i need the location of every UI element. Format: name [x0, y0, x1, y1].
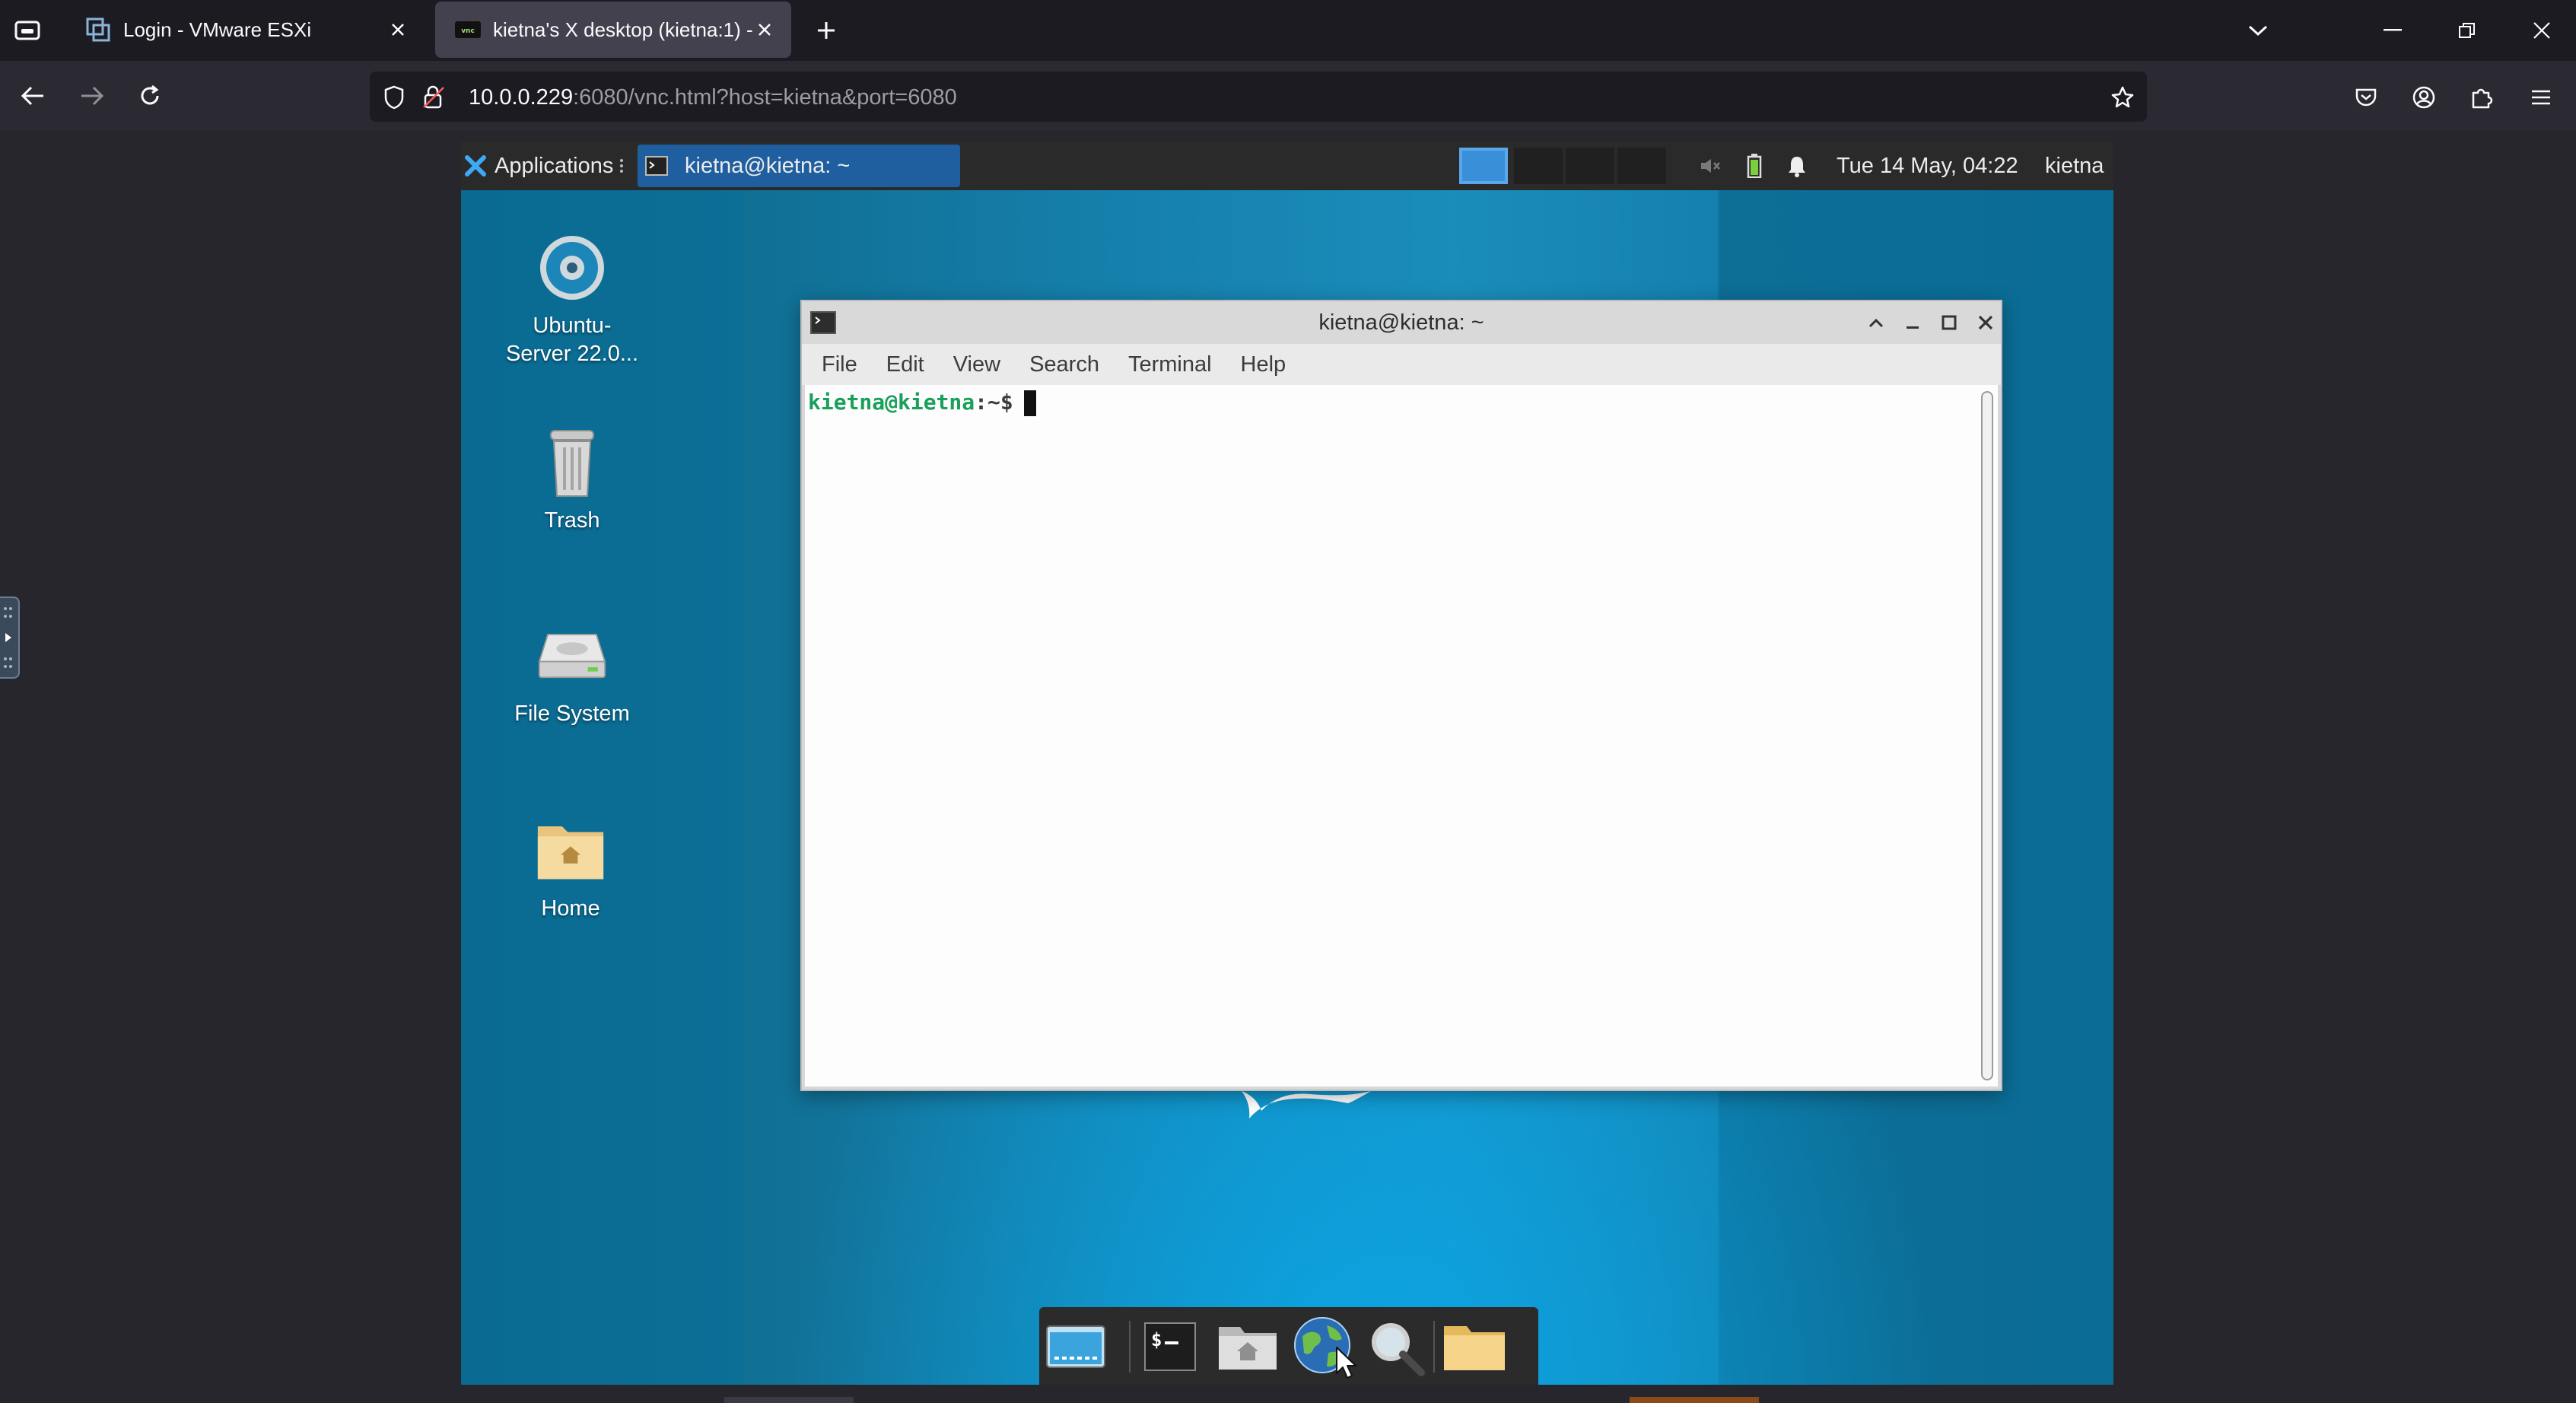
desktop-icon-label: Ubuntu- Server 22.0...: [505, 313, 639, 366]
vmware-favicon-icon: [85, 17, 111, 43]
workspace-2[interactable]: [1514, 148, 1563, 184]
menu-file[interactable]: File: [822, 352, 857, 377]
dock-separator: [1433, 1321, 1435, 1373]
workspace-4[interactable]: [1617, 148, 1666, 184]
workspace-1[interactable]: [1459, 148, 1508, 184]
terminal-menubar: File Edit View Search Terminal Help: [802, 344, 2001, 385]
address-bar[interactable]: 10.0.0.229:6080/vnc.html?host=kietna&por…: [370, 72, 2147, 122]
tab-title: kietna's X desktop (kietna:1) - n: [493, 17, 753, 41]
reload-icon[interactable]: [131, 78, 169, 114]
text-cursor: [1023, 390, 1036, 416]
tab-title: Login - VMware ESXi: [123, 17, 312, 41]
folder-icon[interactable]: [1441, 1315, 1508, 1379]
prompt-user: kietna@kietna: [808, 390, 975, 415]
xfce-top-panel: Applications kietna@kietna: ~ Tue 14 May…: [461, 142, 2113, 190]
menu-view[interactable]: View: [953, 352, 1000, 377]
desktop-icon-ubuntu-server-disc[interactable]: Ubuntu- Server 22.0...: [496, 231, 648, 368]
tracking-protection-shield-icon[interactable]: [377, 81, 411, 114]
hamburger-menu-icon[interactable]: [2523, 79, 2559, 116]
prompt-path: :~$: [975, 390, 1013, 415]
url-path: :6080/vnc.html?host=kietna&port=6080: [573, 85, 957, 110]
close-tab-icon[interactable]: [386, 18, 409, 41]
disc-icon: [538, 231, 606, 304]
menu-help[interactable]: Help: [1241, 352, 1286, 377]
desktop-icon-label: Trash: [544, 508, 600, 533]
terminal-icon[interactable]: $: [1137, 1315, 1204, 1379]
bottom-dock: $: [1039, 1307, 1538, 1385]
applications-menu-button[interactable]: Applications: [464, 142, 624, 190]
desktop-icon-file-system[interactable]: File System: [496, 619, 648, 728]
hard-drive-icon: [538, 619, 606, 692]
panel-clock[interactable]: Tue 14 May, 04:22: [1837, 142, 2018, 190]
bottom-scroll-indicator: [724, 1397, 854, 1403]
menu-terminal[interactable]: Terminal: [1128, 352, 1212, 377]
home-folder-icon[interactable]: [1214, 1315, 1281, 1379]
insecure-lock-icon[interactable]: [417, 81, 450, 114]
xfce-mouse-wallpaper-icon: [1234, 1088, 1379, 1126]
menu-search[interactable]: Search: [1029, 352, 1099, 377]
volume-muted-icon[interactable]: [1695, 151, 1725, 181]
extensions-puzzle-icon[interactable]: [2463, 79, 2500, 116]
desktop-icon-home[interactable]: Home: [495, 814, 647, 923]
back-arrow-icon[interactable]: [14, 78, 52, 114]
taskbar-item-label: kietna@kietna: ~: [685, 153, 851, 178]
minimize-window-icon[interactable]: [1899, 309, 1926, 336]
dock-separator: [1129, 1321, 1131, 1373]
new-tab-button[interactable]: [809, 14, 843, 47]
trash-icon: [538, 426, 606, 499]
terminal-title: kietna@kietna: ~: [1318, 310, 1484, 335]
tab-vnc-desktop[interactable]: vnc kietna's X desktop (kietna:1) - n: [435, 2, 791, 58]
home-folder-icon: [536, 814, 605, 887]
roll-up-chevron-icon[interactable]: [1862, 309, 1890, 336]
menu-edit[interactable]: Edit: [886, 352, 924, 377]
panel-separator-dots-icon: [619, 157, 624, 175]
tab-vmware-esxi-login[interactable]: Login - VMware ESXi: [65, 2, 425, 58]
svg-text:vnc: vnc: [461, 27, 475, 35]
forward-arrow-icon[interactable]: [73, 78, 111, 114]
terminal-icon: [645, 156, 668, 176]
desktop-icon-label: File System: [514, 702, 630, 726]
terminal-output-area[interactable]: kietna@kietna:~$: [805, 385, 1998, 1086]
terminal-titlebar[interactable]: kietna@kietna: ~: [802, 301, 2001, 344]
bookmark-star-icon[interactable]: [2106, 81, 2139, 114]
bottom-scroll-indicator: [1630, 1397, 1759, 1403]
mouse-pointer-icon: [1331, 1342, 1362, 1385]
restore-window-icon[interactable]: [2448, 14, 2486, 47]
terminal-prompt-line: kietna@kietna:~$: [808, 390, 1036, 416]
panel-user-name[interactable]: kietna: [2045, 142, 2104, 190]
desktop-icon-trash[interactable]: Trash: [496, 426, 648, 535]
taskbar-item-terminal[interactable]: kietna@kietna: ~: [638, 145, 960, 187]
battery-icon[interactable]: [1739, 151, 1770, 181]
account-icon[interactable]: [2406, 79, 2442, 116]
close-tab-icon[interactable]: [753, 18, 776, 41]
url-host: 10.0.0.229: [469, 85, 574, 110]
remote-desktop-canvas[interactable]: Applications kietna@kietna: ~ Tue 14 May…: [461, 142, 2113, 1385]
novnc-control-bar-handle[interactable]: [0, 597, 20, 679]
terminal-window[interactable]: kietna@kietna: ~ File Edit View Search T…: [800, 300, 2002, 1091]
minimize-window-icon[interactable]: [2374, 14, 2412, 47]
firefox-view-icon[interactable]: [11, 14, 44, 47]
show-desktop-icon[interactable]: [1042, 1315, 1109, 1379]
vnc-favicon-icon: vnc: [455, 21, 481, 38]
search-icon[interactable]: [1362, 1315, 1429, 1379]
pocket-icon[interactable]: [2348, 79, 2384, 116]
list-all-tabs-chevron-icon[interactable]: [2241, 14, 2275, 47]
close-window-icon[interactable]: [2523, 14, 2561, 47]
applications-label: Applications: [495, 153, 614, 178]
url-text[interactable]: 10.0.0.229:6080/vnc.html?host=kietna&por…: [469, 85, 957, 110]
desktop-icon-label: Home: [541, 896, 600, 921]
browser-tab-bar: Login - VMware ESXi vnc kietna's X deskt…: [0, 0, 2576, 61]
terminal-scrollbar[interactable]: [1981, 391, 1993, 1080]
xfce-logo-icon: [464, 154, 487, 177]
svg-text:$: $: [1151, 1329, 1162, 1351]
notification-bell-icon[interactable]: [1782, 151, 1812, 181]
maximize-window-icon[interactable]: [1935, 309, 1963, 336]
close-window-icon[interactable]: [1972, 309, 1999, 336]
workspace-3[interactable]: [1566, 148, 1614, 184]
